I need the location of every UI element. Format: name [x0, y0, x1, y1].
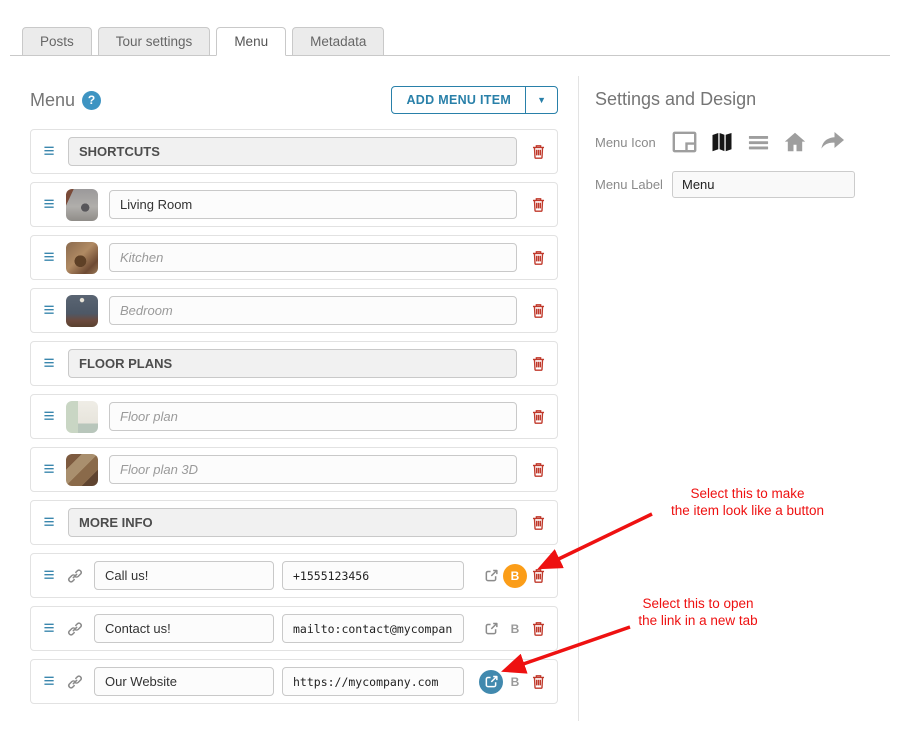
link-icon [67, 568, 83, 584]
menu-item-row-floor-plan-3d: ≡ [30, 447, 558, 492]
menu-icon-row: Menu Icon [595, 129, 845, 155]
panel-divider [578, 76, 579, 721]
drag-handle-icon[interactable]: ≡ [41, 619, 57, 638]
trash-icon[interactable] [530, 196, 547, 213]
trash-icon[interactable] [530, 355, 547, 372]
menu-item-list: ≡≡≡≡≡≡≡≡≡B≡B≡B [30, 129, 558, 704]
menu-item-row-floor-plan: ≡ [30, 394, 558, 439]
annotation-line: Select this to make [635, 485, 860, 502]
menu-item-title-input[interactable] [109, 190, 517, 219]
menu-item-row-bedroom: ≡ [30, 288, 558, 333]
button-style-toggle[interactable]: B [503, 564, 527, 588]
drag-handle-icon[interactable]: ≡ [41, 248, 57, 267]
annotation-line: the item look like a button [635, 502, 860, 519]
trash-icon[interactable] [530, 302, 547, 319]
annotation-new-tab: Select this to openthe link in a new tab [608, 595, 788, 629]
menu-label-input[interactable] [672, 171, 855, 198]
add-menu-item-label[interactable]: ADD MENU ITEM [392, 87, 525, 113]
trash-icon[interactable] [530, 143, 547, 160]
drag-handle-icon[interactable]: ≡ [41, 566, 57, 585]
annotation-line: Select this to open [608, 595, 788, 612]
menu-label-row: Menu Label [595, 171, 855, 198]
home-icon[interactable] [783, 130, 807, 154]
drag-handle-icon[interactable]: ≡ [41, 513, 57, 532]
help-icon[interactable]: ? [82, 91, 101, 110]
drag-handle-icon[interactable]: ≡ [41, 672, 57, 691]
drag-handle-icon[interactable]: ≡ [41, 301, 57, 320]
settings-panel-title: Settings and Design [595, 89, 756, 110]
menu-item-label-input[interactable] [94, 667, 274, 696]
floor-plan-icon[interactable] [672, 131, 697, 153]
menu-item-url-input[interactable] [282, 561, 464, 590]
menu-item-row-more-info: ≡ [30, 500, 558, 545]
drag-handle-icon[interactable]: ≡ [41, 195, 57, 214]
map-icon[interactable] [710, 130, 734, 154]
menu-item-row-shortcuts: ≡ [30, 129, 558, 174]
trash-icon[interactable] [530, 408, 547, 425]
menu-header-input[interactable] [68, 349, 517, 378]
floor-plan-thumbnail [66, 401, 98, 433]
share-icon[interactable] [820, 131, 845, 153]
button-style-toggle[interactable]: B [503, 617, 527, 641]
menu-icon-choices [672, 130, 845, 154]
menu-icon-label: Menu Icon [595, 135, 672, 150]
menu-header-input[interactable] [68, 508, 517, 537]
open-new-tab-toggle[interactable] [479, 670, 503, 694]
kitchen-thumbnail [66, 242, 98, 274]
drag-handle-icon[interactable]: ≡ [41, 354, 57, 373]
menu-item-row-floor-plans: ≡ [30, 341, 558, 386]
menu-panel: Menu ? ADD MENU ITEM ▼ ≡≡≡≡≡≡≡≡≡B≡B≡B [30, 86, 558, 712]
menu-label-label: Menu Label [595, 177, 672, 192]
add-menu-item-button: ADD MENU ITEM ▼ [391, 86, 558, 114]
bedroom-thumbnail [66, 295, 98, 327]
menu-item-row-living-room: ≡ [30, 182, 558, 227]
menu-item-row-call-us: ≡B [30, 553, 558, 598]
menu-item-title-input[interactable] [109, 402, 517, 431]
living-room-thumbnail [66, 189, 98, 221]
open-new-tab-toggle[interactable] [479, 564, 503, 588]
menu-item-row-contact-us: ≡B [30, 606, 558, 651]
trash-icon[interactable] [530, 620, 547, 637]
annotation-line: the link in a new tab [608, 612, 788, 629]
menu-item-title-input[interactable] [109, 243, 517, 272]
menu-item-label-input[interactable] [94, 614, 274, 643]
menu-item-title-input[interactable] [109, 296, 517, 325]
menu-item-row-kitchen: ≡ [30, 235, 558, 280]
link-icon [67, 674, 83, 690]
drag-handle-icon[interactable]: ≡ [41, 460, 57, 479]
menu-item-row-our-website: ≡B [30, 659, 558, 704]
tab-tour-settings[interactable]: Tour settings [98, 27, 211, 56]
trash-icon[interactable] [530, 461, 547, 478]
tab-metadata[interactable]: Metadata [292, 27, 384, 56]
list-icon[interactable] [747, 131, 770, 154]
menu-header-input[interactable] [68, 137, 517, 166]
drag-handle-icon[interactable]: ≡ [41, 142, 57, 161]
drag-handle-icon[interactable]: ≡ [41, 407, 57, 426]
floor-plan-3d-thumbnail [66, 454, 98, 486]
menu-panel-header: Menu ? ADD MENU ITEM ▼ [30, 86, 558, 114]
button-style-toggle[interactable]: B [503, 670, 527, 694]
trash-icon[interactable] [530, 673, 547, 690]
trash-icon[interactable] [530, 249, 547, 266]
menu-item-title-input[interactable] [109, 455, 517, 484]
open-new-tab-toggle[interactable] [479, 617, 503, 641]
menu-item-url-input[interactable] [282, 614, 464, 643]
annotation-button-style: Select this to makethe item look like a … [635, 485, 860, 519]
menu-item-url-input[interactable] [282, 667, 464, 696]
menu-item-label-input[interactable] [94, 561, 274, 590]
menu-panel-title: Menu [30, 90, 75, 111]
tab-menu[interactable]: Menu [216, 27, 286, 56]
tab-bar: PostsTour settingsMenuMetadata [10, 27, 890, 56]
tab-posts[interactable]: Posts [22, 27, 92, 56]
add-menu-item-dropdown-icon[interactable]: ▼ [525, 87, 557, 113]
trash-icon[interactable] [530, 567, 547, 584]
trash-icon[interactable] [530, 514, 547, 531]
link-icon [67, 621, 83, 637]
